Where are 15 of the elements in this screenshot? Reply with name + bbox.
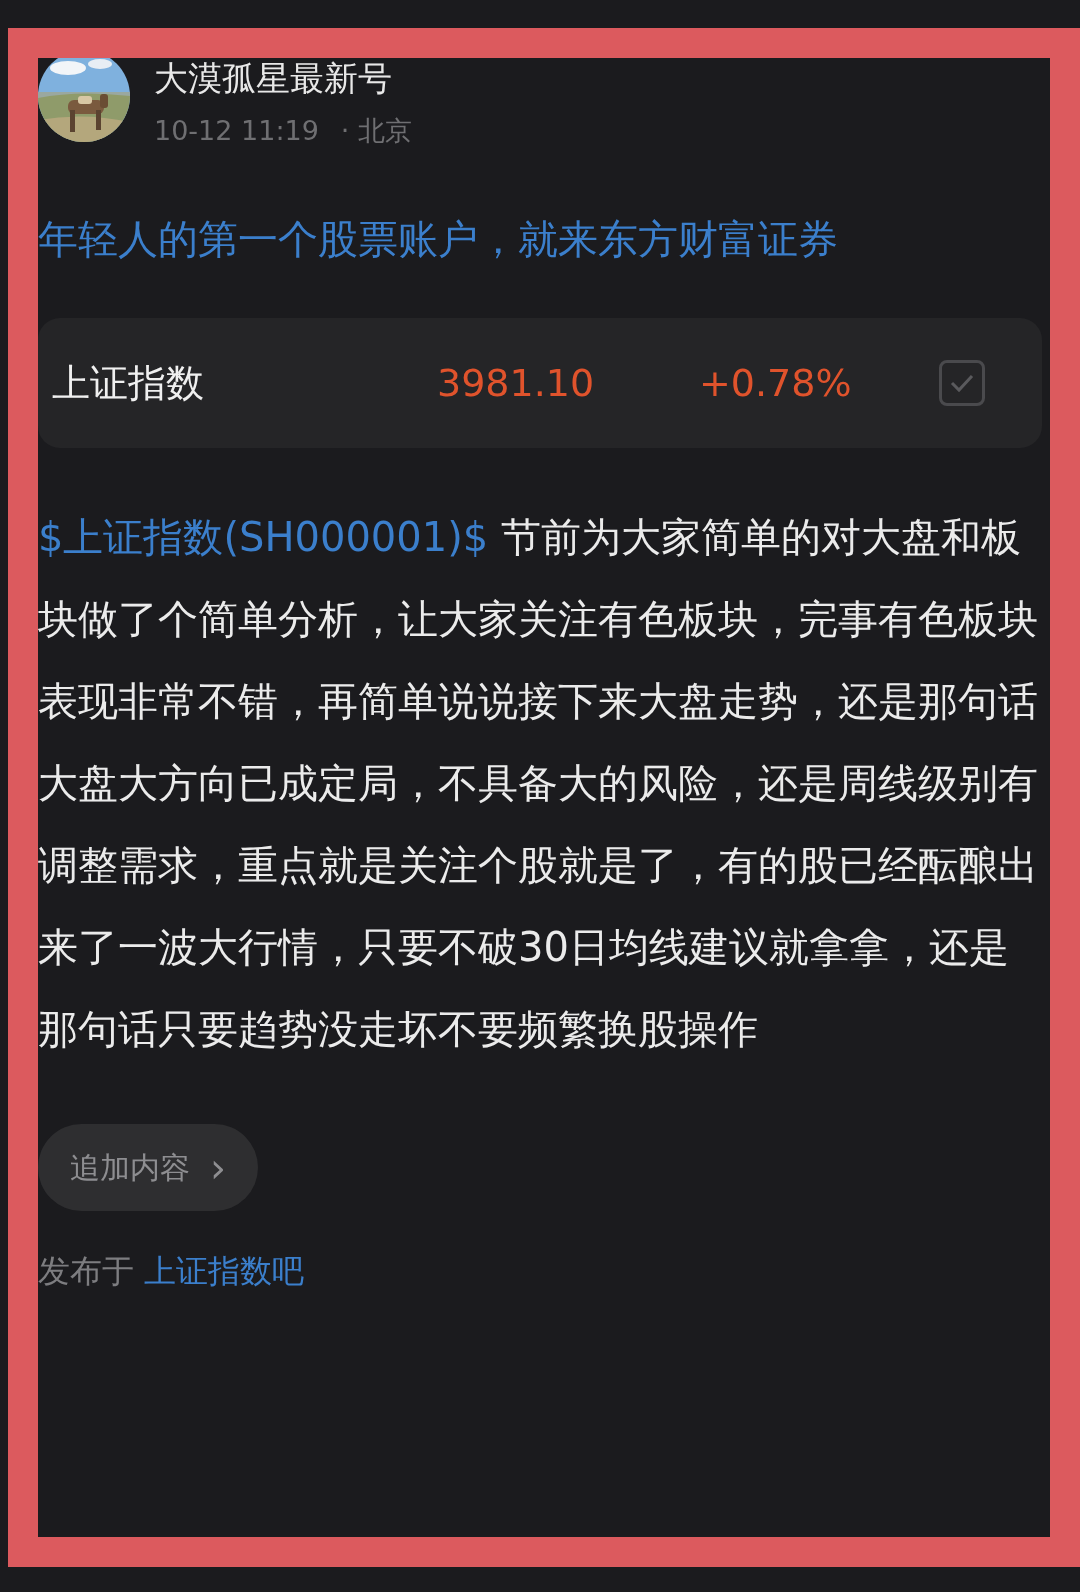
stock-price: 3981.10 <box>437 359 596 407</box>
post-body: $上证指数(SH000001)$ 节前为大家简单的对大盘和板块做了个简单分析，让大家关注有色板块，完事有色板块表现非常不错，再简单说说接下来大盘走势，还是那句话大盘大方向已成定局，不具备大的风险，还是周线级别有调整需求，重点就是关注个股就是了，有的股已经酝酿出来了一波大行情，只要不破30日均线建议就拿拿，还是那句话只要趋势没走坏不要频繁换股操作 <box>38 513 1039 1054</box>
stock-change: +0.78% <box>699 359 853 407</box>
posted-in-label: 发布于 <box>38 1251 134 1291</box>
post-title[interactable]: 年轻人的第一个股票账户，就来东方财富证券 <box>38 198 1042 280</box>
author-name[interactable]: 大漠孤星最新号 <box>154 58 413 98</box>
stock-name: 上证指数 <box>52 359 205 407</box>
stock-card[interactable]: 上证指数 3981.10 +0.78% <box>38 318 1042 448</box>
stock-tag-link[interactable]: $上证指数(SH000001)$ <box>38 514 489 560</box>
forum-link[interactable]: 上证指数吧 <box>144 1251 304 1291</box>
check-icon <box>949 373 975 393</box>
watchlist-checkbox[interactable] <box>939 360 985 406</box>
post-time: 10-12 11:19 <box>154 114 319 148</box>
post-location: · 北京 <box>340 114 413 148</box>
append-content-button[interactable]: 追加内容 › <box>38 1124 258 1211</box>
